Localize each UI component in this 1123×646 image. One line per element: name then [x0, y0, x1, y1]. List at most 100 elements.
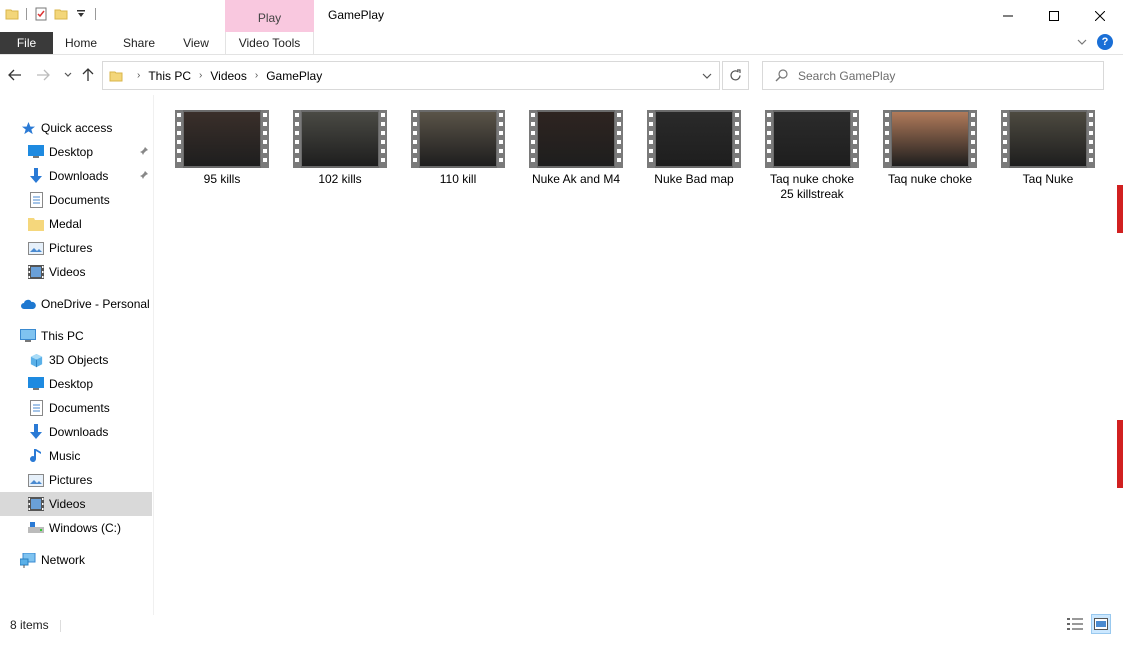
sidebar-item-this-pc[interactable]: This PC — [20, 324, 153, 348]
back-button[interactable] — [7, 67, 23, 83]
maximize-button[interactable] — [1031, 0, 1077, 32]
help-icon[interactable]: ? — [1097, 34, 1113, 50]
sidebar-item-3d-objects[interactable]: 3D Objects — [28, 348, 153, 372]
new-folder-icon[interactable] — [53, 6, 69, 22]
window-title: GamePlay — [328, 8, 385, 22]
file-item[interactable]: 95 kills — [163, 108, 281, 187]
file-item[interactable]: Nuke Bad map — [635, 108, 753, 187]
sidebar-item-label: Downloads — [49, 169, 109, 183]
recent-locations-button[interactable] — [60, 67, 76, 83]
file-item[interactable]: Nuke Ak and M4 — [517, 108, 635, 187]
breadcrumb-this-pc[interactable]: This PC — [148, 69, 191, 83]
sidebar-item-network[interactable]: Network — [20, 548, 153, 572]
sidebar-item-documents[interactable]: Documents — [28, 188, 153, 212]
sidebar-item-downloads[interactable]: Downloads — [28, 164, 153, 188]
breadcrumb-gameplay[interactable]: GamePlay — [266, 69, 322, 83]
sidebar-item-label: Medal — [49, 217, 82, 231]
sidebar-item-documents-pc[interactable]: Documents — [28, 396, 153, 420]
tab-play-context[interactable]: Play — [225, 0, 314, 33]
tab-home[interactable]: Home — [56, 32, 106, 54]
search-box[interactable] — [762, 61, 1104, 90]
pane-divider[interactable] — [153, 95, 154, 615]
sidebar-item-label: Desktop — [49, 377, 94, 391]
toolbar-separator — [26, 8, 27, 20]
sidebar-item-windows-c[interactable]: Windows (C:) — [28, 516, 153, 540]
computer-icon — [20, 328, 36, 344]
breadcrumb-separator[interactable]: › — [199, 70, 202, 81]
search-input[interactable] — [798, 68, 1078, 83]
file-name: Taq Nuke — [1022, 172, 1074, 186]
ribbon-right-controls: ? — [1077, 34, 1113, 50]
video-thumbnail-icon — [883, 110, 977, 168]
sidebar-item-label: Windows (C:) — [49, 521, 122, 535]
file-name: Nuke Ak and M4 — [531, 172, 621, 186]
file-name: Taq nuke choke 25 killstreak — [769, 172, 855, 201]
breadcrumb-separator[interactable]: › — [255, 70, 258, 81]
cloud-icon — [20, 296, 36, 312]
refresh-button[interactable] — [722, 61, 749, 90]
up-button[interactable] — [80, 67, 96, 83]
sidebar-item-desktop-pc[interactable]: Desktop — [28, 372, 153, 396]
toolbar-separator — [95, 8, 96, 20]
sidebar-item-medal[interactable]: Medal — [28, 212, 153, 236]
file-item[interactable]: 110 kill — [399, 108, 517, 187]
close-button[interactable] — [1077, 0, 1123, 32]
sidebar-item-label: Videos — [49, 265, 86, 279]
tab-video-tools[interactable]: Video Tools — [225, 32, 314, 54]
tab-file[interactable]: File — [0, 32, 53, 54]
sidebar-item-label: Downloads — [49, 425, 109, 439]
sidebar-item-label: Music — [49, 449, 81, 463]
tab-view[interactable]: View — [172, 32, 220, 54]
file-name: 110 kill — [439, 172, 477, 186]
breadcrumb-separator[interactable]: › — [137, 70, 140, 81]
background-window-edge — [1117, 420, 1123, 488]
drive-icon — [28, 520, 44, 536]
folder-icon — [109, 69, 123, 83]
navigation-pane: Quick access Desktop Downloads Documents… — [0, 112, 153, 612]
sidebar-item-label: Pictures — [49, 241, 93, 255]
sidebar-item-videos[interactable]: Videos — [28, 260, 153, 284]
file-item[interactable]: 102 kills — [281, 108, 399, 187]
minimize-button[interactable] — [985, 0, 1031, 32]
documents-icon — [28, 400, 44, 416]
customize-toolbar-icon[interactable] — [73, 6, 89, 22]
tab-share[interactable]: Share — [114, 32, 164, 54]
details-view-button[interactable] — [1065, 614, 1085, 634]
sidebar-item-quick-access[interactable]: Quick access — [20, 116, 153, 140]
file-item[interactable]: Taq Nuke — [989, 108, 1107, 187]
desktop-icon — [28, 376, 44, 392]
expand-ribbon-icon[interactable] — [1077, 35, 1087, 49]
view-switcher — [1065, 614, 1111, 634]
file-name: Nuke Bad map — [654, 172, 734, 186]
music-icon — [28, 448, 44, 464]
video-thumbnail-icon — [647, 110, 741, 168]
sidebar-item-desktop[interactable]: Desktop — [28, 140, 153, 164]
large-icons-view-button[interactable] — [1091, 614, 1111, 634]
sidebar-item-music[interactable]: Music — [28, 444, 153, 468]
file-item[interactable]: Taq nuke choke — [871, 108, 989, 187]
video-thumbnail-icon — [765, 110, 859, 168]
properties-icon[interactable] — [33, 6, 49, 22]
status-separator — [60, 620, 61, 632]
sidebar-item-onedrive[interactable]: OneDrive - Personal — [20, 292, 153, 316]
downloads-icon — [28, 168, 44, 184]
address-bar[interactable]: › This PC › Videos › GamePlay — [102, 61, 720, 90]
breadcrumb-videos[interactable]: Videos — [210, 69, 246, 83]
pin-icon[interactable] — [139, 170, 149, 183]
item-count: 8 items — [10, 618, 49, 632]
sidebar-item-videos-pc[interactable]: Videos — [0, 492, 152, 516]
forward-button[interactable] — [35, 67, 51, 83]
folder-icon — [28, 216, 44, 232]
status-bar: 8 items — [0, 614, 1123, 636]
address-dropdown-button[interactable] — [695, 62, 719, 89]
quick-access-toolbar — [4, 6, 98, 22]
desktop-icon — [28, 144, 44, 160]
title-bar: Play GamePlay — [0, 0, 1123, 33]
pin-icon[interactable] — [139, 146, 149, 159]
sidebar-item-pictures-pc[interactable]: Pictures — [28, 468, 153, 492]
network-icon — [20, 552, 36, 568]
sidebar-item-pictures[interactable]: Pictures — [28, 236, 153, 260]
sidebar-item-downloads-pc[interactable]: Downloads — [28, 420, 153, 444]
file-item[interactable]: Taq nuke choke 25 killstreak — [753, 108, 871, 202]
videos-icon — [28, 264, 44, 280]
